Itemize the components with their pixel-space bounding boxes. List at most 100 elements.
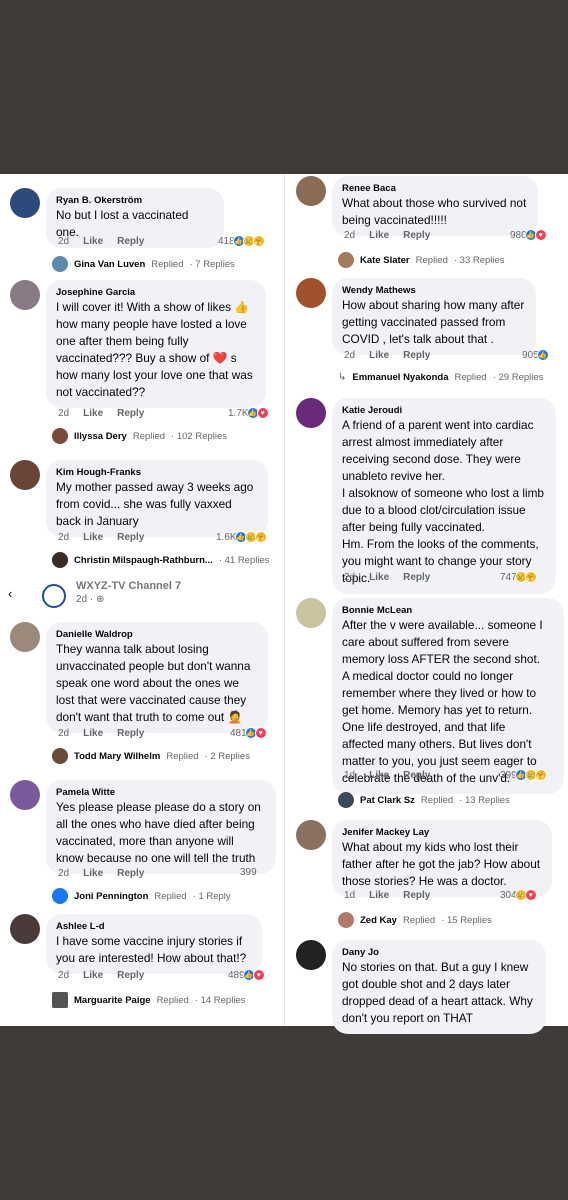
comment-time[interactable]: 2d: [58, 868, 69, 879]
replier-name: Marguarite Paige: [74, 994, 151, 1006]
avatar[interactable]: [10, 280, 40, 310]
like-button[interactable]: Like: [83, 728, 103, 739]
comment-time[interactable]: 2d: [58, 532, 69, 543]
replies-row[interactable]: ↳ Emmanuel Nyakonda Replied · 29 Replies: [338, 372, 543, 383]
care-reaction-icon: 🤗: [252, 235, 265, 247]
replies-row[interactable]: Joni Pennington Replied · 1 Reply: [52, 888, 231, 904]
replies-row[interactable]: Illyssa Dery Replied · 102 Replies: [52, 428, 227, 444]
comment-bubble: Kim Hough-Franks My mother passed away 3…: [46, 460, 268, 537]
replies-row[interactable]: Gina Van Luven Replied · 7 Replies: [52, 256, 235, 272]
comment-author[interactable]: Ashlee L-d: [56, 920, 252, 933]
left-column: Ryan B. Okerström No but I lost a vaccin…: [2, 174, 284, 1026]
comment-author[interactable]: Katie Jeroudi: [342, 404, 546, 417]
comment-actions: 2d Like Reply: [58, 868, 144, 879]
replies-row[interactable]: Kate Slater Replied · 33 Replies: [338, 252, 505, 268]
like-button[interactable]: Like: [83, 236, 103, 247]
comment-author[interactable]: Dany Jo: [342, 946, 536, 959]
replies-row[interactable]: Christin Milspaugh-Rathburn... · 41 Repl…: [52, 552, 270, 568]
comment-text: They wanna talk about losing unvaccinate…: [56, 642, 251, 724]
post-time: 2d · ⊕: [76, 594, 105, 605]
replier-name: Zed Kay: [360, 914, 397, 926]
reaction-summary[interactable]: 399 👍 😢 🤗: [500, 769, 547, 781]
comment-actions: 2d Like Reply: [344, 230, 430, 241]
comment-author[interactable]: Josephine Garcia: [56, 286, 256, 299]
reaction-summary[interactable]: 481 👍 ♥: [230, 727, 267, 739]
comment-actions: 2d Like Reply: [344, 350, 430, 361]
avatar[interactable]: [10, 622, 40, 652]
comment-author[interactable]: Kim Hough-Franks: [56, 466, 258, 479]
comment-author[interactable]: Jenifer Mackey Lay: [342, 826, 542, 839]
avatar[interactable]: [10, 460, 40, 490]
page-logo[interactable]: [42, 584, 66, 608]
reply-button[interactable]: Reply: [117, 236, 144, 247]
comment-time[interactable]: 2d: [344, 350, 355, 361]
comment-actions: 2d Like Reply: [58, 970, 144, 981]
avatar[interactable]: [296, 940, 326, 970]
reaction-summary[interactable]: 1.7K 👍 ♥: [228, 407, 269, 419]
like-button[interactable]: Like: [83, 532, 103, 543]
reply-button[interactable]: Reply: [403, 350, 430, 361]
comment-author[interactable]: Ryan B. Okerström: [56, 194, 214, 207]
reply-button[interactable]: Reply: [403, 230, 430, 241]
avatar[interactable]: [10, 780, 40, 810]
reply-button[interactable]: Reply: [117, 728, 144, 739]
reply-button[interactable]: Reply: [117, 970, 144, 981]
comment-time[interactable]: 2d: [344, 230, 355, 241]
comment-time[interactable]: 2d: [58, 408, 69, 419]
care-reaction-icon: 🤗: [534, 769, 547, 781]
replies-row[interactable]: Todd Mary Wilhelm Replied · 2 Replies: [52, 748, 250, 764]
like-button[interactable]: Like: [369, 890, 389, 901]
avatar[interactable]: [296, 598, 326, 628]
like-button[interactable]: Like: [369, 770, 389, 781]
reply-button[interactable]: Reply: [403, 890, 430, 901]
reaction-summary[interactable]: 489 👍 ♥: [228, 969, 265, 981]
comment-author[interactable]: Wendy Mathews: [342, 284, 526, 297]
replies-row[interactable]: Zed Kay Replied · 15 Replies: [338, 912, 492, 928]
comment-author[interactable]: Pamela Witte: [56, 786, 266, 799]
like-button[interactable]: Like: [369, 350, 389, 361]
like-button[interactable]: Like: [83, 408, 103, 419]
reaction-summary[interactable]: 980 👍 ♥: [510, 229, 547, 241]
avatar[interactable]: [296, 398, 326, 428]
comment-time[interactable]: 2d: [58, 970, 69, 981]
reply-button[interactable]: Reply: [403, 572, 430, 583]
like-button[interactable]: Like: [369, 230, 389, 241]
comment-bubble: Bonnie McLean After the v were available…: [332, 598, 564, 794]
like-button[interactable]: Like: [369, 572, 389, 583]
comment-author[interactable]: Renee Baca: [342, 182, 528, 195]
reply-button[interactable]: Reply: [117, 408, 144, 419]
comment-time[interactable]: 2d: [58, 236, 69, 247]
reaction-summary[interactable]: 747 😢 🤗: [500, 571, 537, 583]
avatar[interactable]: [296, 176, 326, 206]
comment-author[interactable]: Danielle Waldrop: [56, 628, 258, 641]
avatar[interactable]: [10, 914, 40, 944]
comment-time[interactable]: 2d: [58, 728, 69, 739]
reply-button[interactable]: Reply: [403, 770, 430, 781]
reaction-summary[interactable]: 905 👍: [522, 349, 549, 361]
comment-time[interactable]: 2d: [344, 572, 355, 583]
reaction-summary[interactable]: 1.6K 👍 😢 🤗: [216, 531, 267, 543]
avatar[interactable]: [296, 278, 326, 308]
avatar[interactable]: [296, 820, 326, 850]
back-arrow-icon[interactable]: ‹: [8, 586, 12, 601]
like-button[interactable]: Like: [83, 868, 103, 879]
reaction-summary[interactable]: 304 😢 ♥: [500, 889, 537, 901]
like-button[interactable]: Like: [83, 970, 103, 981]
comment-bubble: Katie Jeroudi A friend of a parent went …: [332, 398, 556, 594]
comment-author[interactable]: Bonnie McLean: [342, 604, 554, 617]
comment-bubble: Jenifer Mackey Lay What about my kids wh…: [332, 820, 552, 897]
replies-row[interactable]: Marguarite Paige Replied · 14 Replies: [52, 992, 245, 1008]
comment-time[interactable]: 1d: [344, 890, 355, 901]
comment-bubble: Wendy Mathews How about sharing how many…: [332, 278, 536, 355]
replies-row[interactable]: Pat Clark Sz Replied · 13 Replies: [338, 792, 510, 808]
avatar[interactable]: [10, 188, 40, 218]
reply-button[interactable]: Reply: [117, 532, 144, 543]
reaction-summary[interactable]: 399: [240, 867, 257, 878]
reply-count: · 1 Reply: [192, 890, 231, 902]
care-reaction-icon: 🤗: [254, 531, 267, 543]
page-name[interactable]: WXYZ-TV Channel 7: [76, 580, 181, 592]
reply-button[interactable]: Reply: [117, 868, 144, 879]
reaction-summary[interactable]: 418 👍 😢 🤗: [218, 235, 265, 247]
comment-time[interactable]: 1d: [344, 770, 355, 781]
comment-actions: 2d Like Reply: [58, 408, 144, 419]
